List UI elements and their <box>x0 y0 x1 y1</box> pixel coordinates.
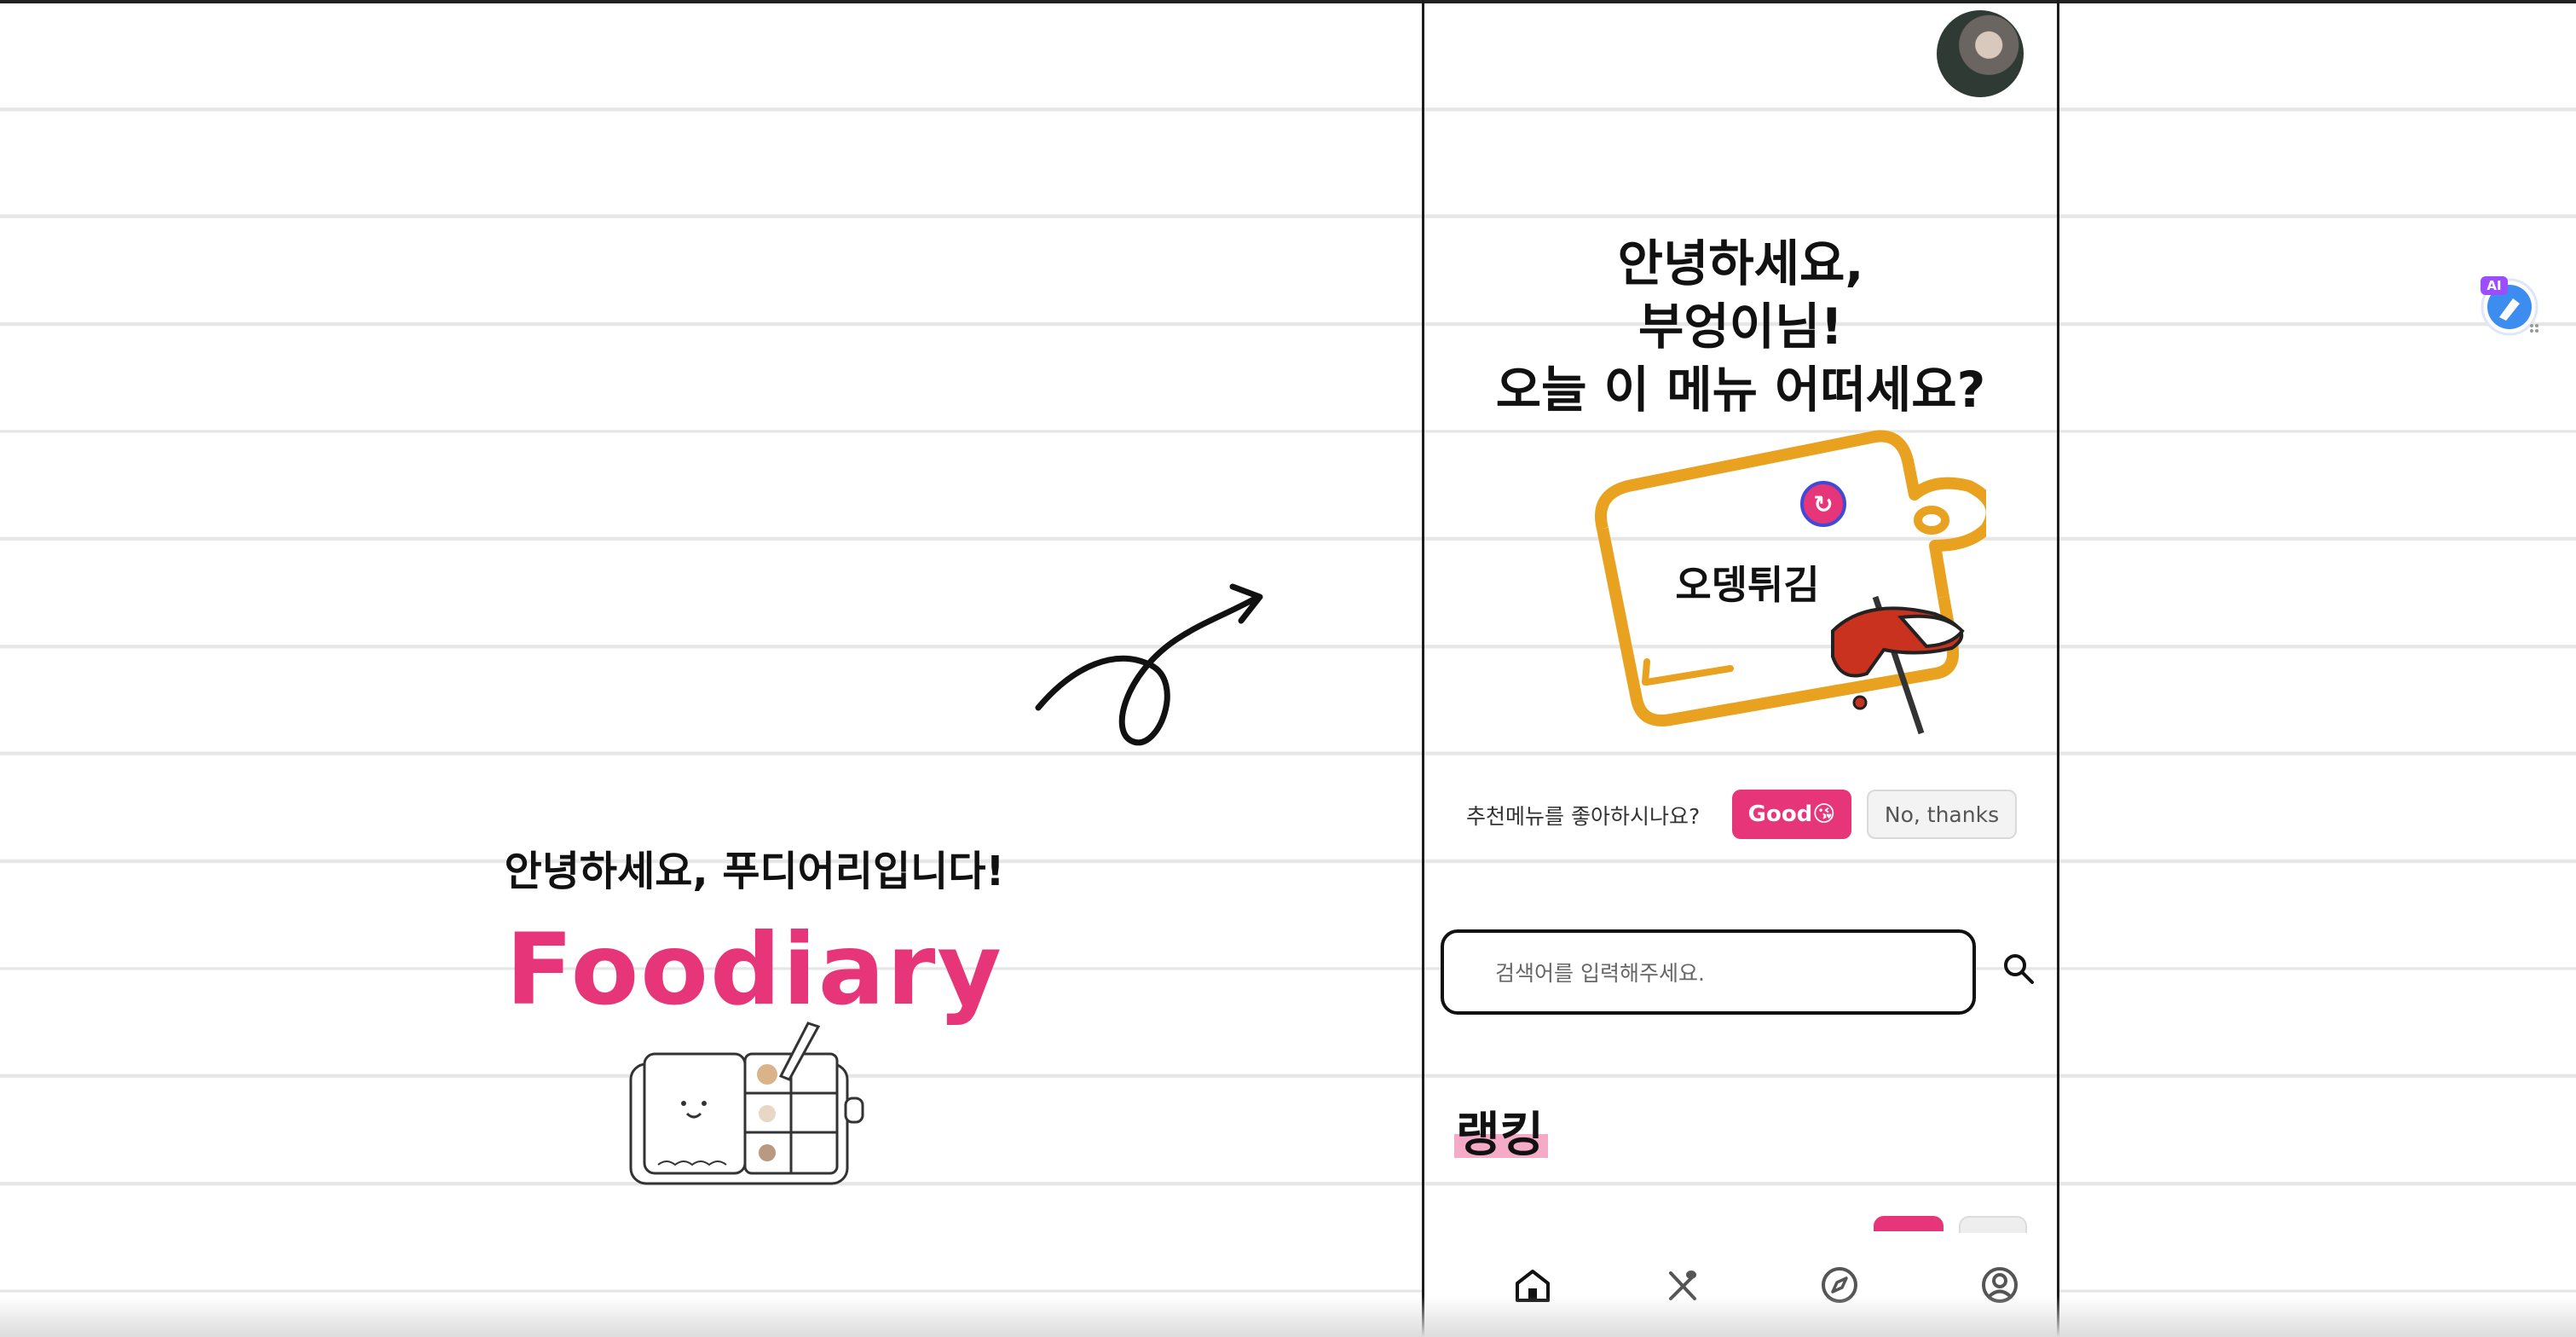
search-box <box>1441 929 1976 1015</box>
search-button[interactable] <box>1998 948 2039 989</box>
bottom-shadow <box>0 1296 2576 1337</box>
arrow-doodle <box>1035 583 1263 746</box>
top-rule <box>0 0 2576 3</box>
diary-illustration <box>629 1022 864 1185</box>
page: 안녕하세요, 푸디어리입니다! Foodiary 안녕하세요, 부엉이님! 오늘… <box>0 0 2576 1337</box>
user-avatar[interactable] <box>1937 10 2024 97</box>
ranking-tab-active[interactable] <box>1874 1216 1944 1231</box>
feedback-row: 추천메뉴를 좋아하시나요? Good😘 No, thanks <box>1427 786 2054 841</box>
search-icon <box>2004 954 2034 984</box>
intro-greeting: 안녕하세요, 푸디어리입니다! <box>504 848 1005 895</box>
ai-badge: AI <box>2481 276 2508 295</box>
ranking-tab[interactable] <box>1959 1216 2027 1233</box>
hero-line: 안녕하세요, <box>1617 234 1864 292</box>
ranking-title: 랭킹 <box>1456 1108 1545 1163</box>
no-thanks-button[interactable]: No, thanks <box>1867 790 2017 839</box>
good-button[interactable]: Good😘 <box>1732 790 1851 839</box>
recommended-menu-name: 오뎅튀김 <box>1675 562 1820 608</box>
refresh-recommendation-button[interactable]: ↻ <box>1800 481 1846 527</box>
brand-logo-text: Foodiary <box>505 912 1003 1027</box>
hero-line: 부엉이님! <box>1638 298 1843 356</box>
search-input[interactable] <box>1493 953 1940 993</box>
feedback-question: 추천메뉴를 좋아하시나요? <box>1466 804 1701 829</box>
refresh-icon: ↻ <box>1813 489 1834 518</box>
hero-title: 안녕하세요, 부엉이님! 오늘 이 메뉴 어떠세요? <box>1427 232 2054 421</box>
hero-line: 오늘 이 메뉴 어떠세요? <box>1495 361 1986 419</box>
